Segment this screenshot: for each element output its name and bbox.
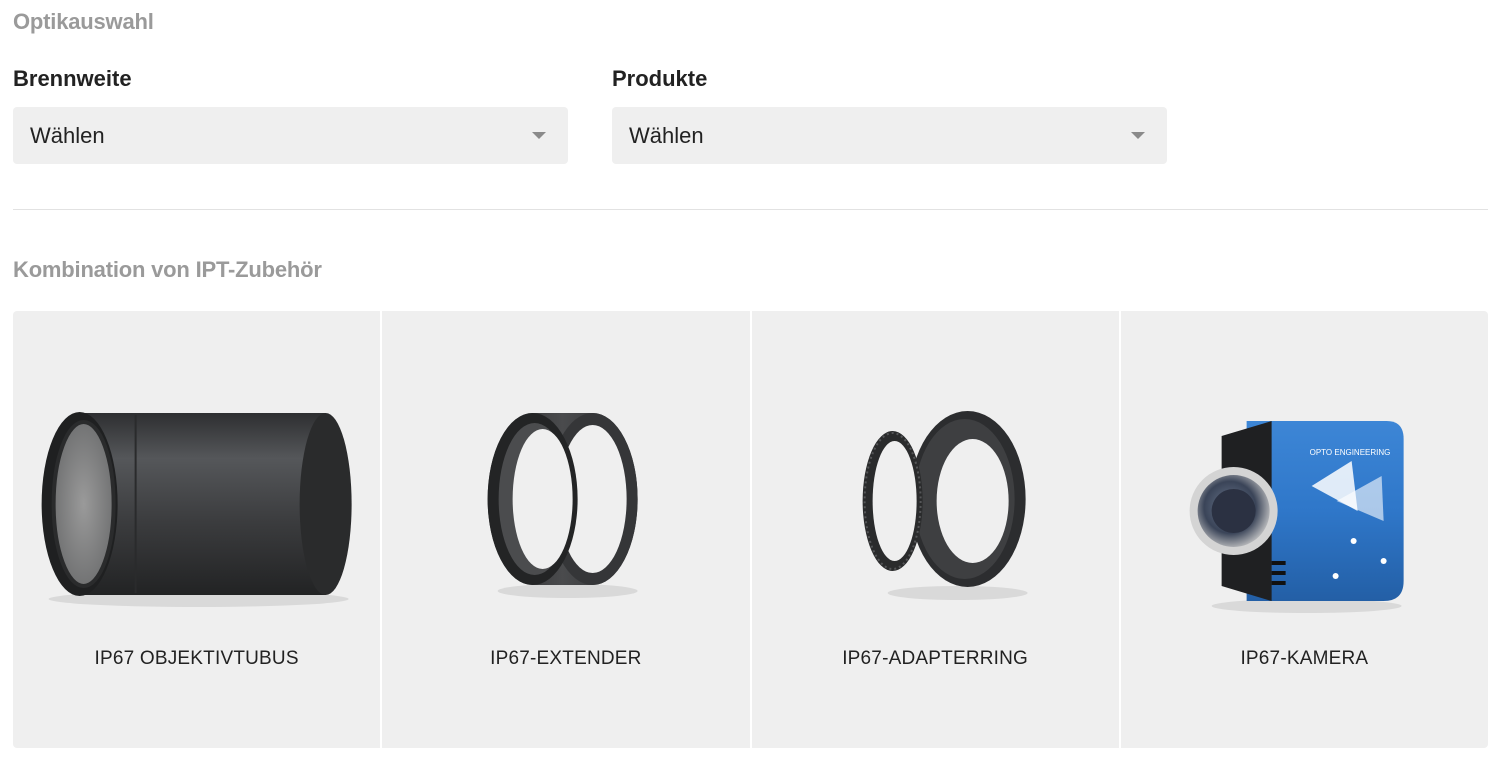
- lens-tube-image: [41, 412, 352, 607]
- products-value: Wählen: [629, 123, 704, 148]
- adapter-ring-image: [862, 411, 1028, 600]
- focal-length-label: Brennweite: [13, 66, 132, 91]
- section-title-optics: Optikauswahl: [13, 9, 154, 34]
- extender-ring-image: [487, 413, 638, 598]
- focal-length-value: Wählen: [30, 123, 105, 148]
- chevron-down-icon: [532, 132, 546, 139]
- accessory-grid: IP67 OBJEKTIVTUBUS IP67-EXTENDER IP67-AD…: [13, 311, 1488, 748]
- product-card-adapter-ring[interactable]: IP67-ADAPTERRING: [751, 311, 1119, 748]
- product-card-lens-tube[interactable]: IP67 OBJEKTIVTUBUS: [13, 311, 381, 748]
- products-select[interactable]: Wählen: [612, 107, 1167, 164]
- product-name: IP67-EXTENDER: [490, 648, 642, 669]
- product-name: IP67-ADAPTERRING: [842, 648, 1029, 669]
- camera-image: OPTO ENGINEERING: [1189, 421, 1404, 613]
- divider: [13, 209, 1488, 210]
- svg-text:OPTO ENGINEERING: OPTO ENGINEERING: [1309, 448, 1390, 457]
- product-card-camera[interactable]: OPTO ENGINEERING IP67-KAMERA: [1120, 311, 1488, 748]
- chevron-down-icon: [1131, 132, 1145, 139]
- focal-length-select[interactable]: Wählen: [13, 107, 568, 164]
- product-name: IP67-KAMERA: [1240, 648, 1369, 669]
- section-title-accessories: Kombination von IPT-Zubehör: [13, 257, 322, 282]
- product-card-extender[interactable]: IP67-EXTENDER: [382, 311, 750, 748]
- product-name: IP67 OBJEKTIVTUBUS: [94, 648, 299, 669]
- products-label: Produkte: [612, 66, 708, 91]
